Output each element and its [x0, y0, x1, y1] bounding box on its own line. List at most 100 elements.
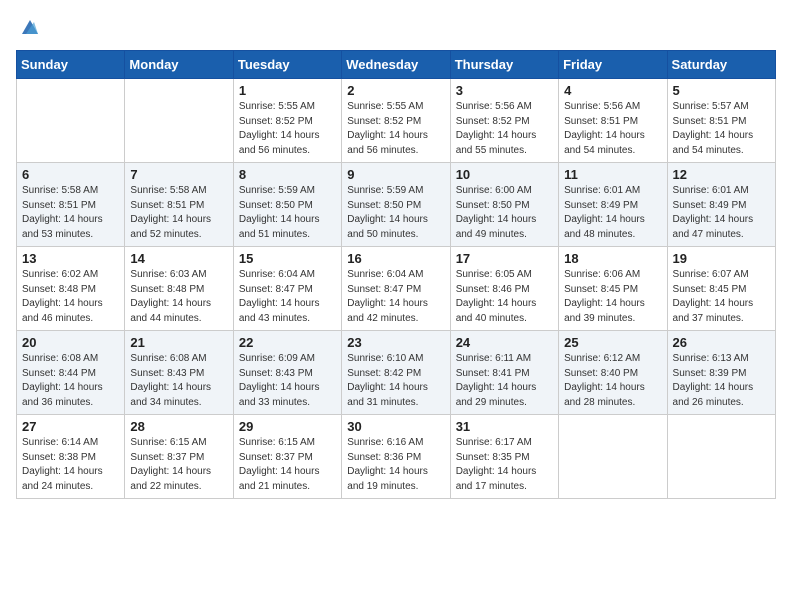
day-info: Sunrise: 6:08 AM Sunset: 8:43 PM Dayligh… — [130, 352, 227, 410]
calendar-cell: 2 Sunrise: 5:55 AM Sunset: 8:52 PM Dayli… — [342, 79, 450, 163]
daylight-text: Daylight: 14 hours and 26 minutes. — [673, 382, 754, 408]
day-number: 31 — [456, 419, 553, 434]
day-info: Sunrise: 6:05 AM Sunset: 8:46 PM Dayligh… — [456, 268, 553, 326]
day-number: 7 — [130, 167, 227, 182]
daylight-text: Daylight: 14 hours and 56 minutes. — [347, 130, 428, 156]
day-info: Sunrise: 5:56 AM Sunset: 8:51 PM Dayligh… — [564, 100, 661, 158]
calendar-cell — [559, 415, 667, 499]
day-number: 10 — [456, 167, 553, 182]
day-number: 13 — [22, 251, 119, 266]
calendar-week-row: 1 Sunrise: 5:55 AM Sunset: 8:52 PM Dayli… — [17, 79, 776, 163]
daylight-text: Daylight: 14 hours and 29 minutes. — [456, 382, 537, 408]
sunset-text: Sunset: 8:49 PM — [673, 200, 747, 211]
day-info: Sunrise: 6:10 AM Sunset: 8:42 PM Dayligh… — [347, 352, 444, 410]
day-number: 22 — [239, 335, 336, 350]
sunrise-text: Sunrise: 6:00 AM — [456, 185, 532, 196]
day-number: 8 — [239, 167, 336, 182]
daylight-text: Daylight: 14 hours and 36 minutes. — [22, 382, 103, 408]
sunset-text: Sunset: 8:45 PM — [673, 284, 747, 295]
day-number: 18 — [564, 251, 661, 266]
day-number: 16 — [347, 251, 444, 266]
day-info: Sunrise: 5:55 AM Sunset: 8:52 PM Dayligh… — [239, 100, 336, 158]
calendar-cell: 19 Sunrise: 6:07 AM Sunset: 8:45 PM Dayl… — [667, 247, 775, 331]
sunrise-text: Sunrise: 6:04 AM — [347, 269, 423, 280]
daylight-text: Daylight: 14 hours and 39 minutes. — [564, 298, 645, 324]
calendar-cell: 12 Sunrise: 6:01 AM Sunset: 8:49 PM Dayl… — [667, 163, 775, 247]
calendar-cell: 4 Sunrise: 5:56 AM Sunset: 8:51 PM Dayli… — [559, 79, 667, 163]
daylight-text: Daylight: 14 hours and 52 minutes. — [130, 214, 211, 240]
calendar-cell: 16 Sunrise: 6:04 AM Sunset: 8:47 PM Dayl… — [342, 247, 450, 331]
sunrise-text: Sunrise: 6:16 AM — [347, 437, 423, 448]
sunset-text: Sunset: 8:50 PM — [347, 200, 421, 211]
sunrise-text: Sunrise: 6:03 AM — [130, 269, 206, 280]
sunset-text: Sunset: 8:36 PM — [347, 452, 421, 463]
daylight-text: Daylight: 14 hours and 31 minutes. — [347, 382, 428, 408]
calendar-cell: 15 Sunrise: 6:04 AM Sunset: 8:47 PM Dayl… — [233, 247, 341, 331]
day-info: Sunrise: 6:17 AM Sunset: 8:35 PM Dayligh… — [456, 436, 553, 494]
sunset-text: Sunset: 8:47 PM — [239, 284, 313, 295]
day-info: Sunrise: 5:57 AM Sunset: 8:51 PM Dayligh… — [673, 100, 770, 158]
calendar-cell: 11 Sunrise: 6:01 AM Sunset: 8:49 PM Dayl… — [559, 163, 667, 247]
sunrise-text: Sunrise: 6:09 AM — [239, 353, 315, 364]
page-header — [16, 16, 776, 38]
day-info: Sunrise: 6:03 AM Sunset: 8:48 PM Dayligh… — [130, 268, 227, 326]
calendar-cell: 31 Sunrise: 6:17 AM Sunset: 8:35 PM Dayl… — [450, 415, 558, 499]
sunrise-text: Sunrise: 5:59 AM — [347, 185, 423, 196]
day-number: 17 — [456, 251, 553, 266]
sunset-text: Sunset: 8:51 PM — [22, 200, 96, 211]
day-number: 14 — [130, 251, 227, 266]
calendar-cell: 28 Sunrise: 6:15 AM Sunset: 8:37 PM Dayl… — [125, 415, 233, 499]
daylight-text: Daylight: 14 hours and 51 minutes. — [239, 214, 320, 240]
day-number: 12 — [673, 167, 770, 182]
day-number: 23 — [347, 335, 444, 350]
calendar-cell: 26 Sunrise: 6:13 AM Sunset: 8:39 PM Dayl… — [667, 331, 775, 415]
sunset-text: Sunset: 8:42 PM — [347, 368, 421, 379]
daylight-text: Daylight: 14 hours and 44 minutes. — [130, 298, 211, 324]
calendar-cell: 7 Sunrise: 5:58 AM Sunset: 8:51 PM Dayli… — [125, 163, 233, 247]
sunset-text: Sunset: 8:52 PM — [347, 116, 421, 127]
day-info: Sunrise: 6:01 AM Sunset: 8:49 PM Dayligh… — [564, 184, 661, 242]
calendar-cell: 21 Sunrise: 6:08 AM Sunset: 8:43 PM Dayl… — [125, 331, 233, 415]
sunset-text: Sunset: 8:52 PM — [456, 116, 530, 127]
calendar-week-row: 13 Sunrise: 6:02 AM Sunset: 8:48 PM Dayl… — [17, 247, 776, 331]
day-info: Sunrise: 6:06 AM Sunset: 8:45 PM Dayligh… — [564, 268, 661, 326]
day-info: Sunrise: 6:07 AM Sunset: 8:45 PM Dayligh… — [673, 268, 770, 326]
sunrise-text: Sunrise: 5:57 AM — [673, 101, 749, 112]
day-info: Sunrise: 6:16 AM Sunset: 8:36 PM Dayligh… — [347, 436, 444, 494]
day-info: Sunrise: 6:11 AM Sunset: 8:41 PM Dayligh… — [456, 352, 553, 410]
day-info: Sunrise: 6:08 AM Sunset: 8:44 PM Dayligh… — [22, 352, 119, 410]
sunrise-text: Sunrise: 5:55 AM — [239, 101, 315, 112]
sunrise-text: Sunrise: 6:10 AM — [347, 353, 423, 364]
daylight-text: Daylight: 14 hours and 17 minutes. — [456, 466, 537, 492]
sunrise-text: Sunrise: 6:14 AM — [22, 437, 98, 448]
sunrise-text: Sunrise: 5:55 AM — [347, 101, 423, 112]
calendar-cell: 8 Sunrise: 5:59 AM Sunset: 8:50 PM Dayli… — [233, 163, 341, 247]
daylight-text: Daylight: 14 hours and 40 minutes. — [456, 298, 537, 324]
sunset-text: Sunset: 8:37 PM — [130, 452, 204, 463]
sunset-text: Sunset: 8:47 PM — [347, 284, 421, 295]
logo-icon — [18, 16, 40, 38]
sunset-text: Sunset: 8:41 PM — [456, 368, 530, 379]
day-number: 1 — [239, 83, 336, 98]
calendar-cell: 10 Sunrise: 6:00 AM Sunset: 8:50 PM Dayl… — [450, 163, 558, 247]
sunset-text: Sunset: 8:46 PM — [456, 284, 530, 295]
sunrise-text: Sunrise: 5:58 AM — [130, 185, 206, 196]
daylight-text: Daylight: 14 hours and 56 minutes. — [239, 130, 320, 156]
day-number: 4 — [564, 83, 661, 98]
day-info: Sunrise: 5:58 AM Sunset: 8:51 PM Dayligh… — [130, 184, 227, 242]
sunset-text: Sunset: 8:39 PM — [673, 368, 747, 379]
sunset-text: Sunset: 8:37 PM — [239, 452, 313, 463]
calendar-cell: 14 Sunrise: 6:03 AM Sunset: 8:48 PM Dayl… — [125, 247, 233, 331]
daylight-text: Daylight: 14 hours and 34 minutes. — [130, 382, 211, 408]
day-number: 15 — [239, 251, 336, 266]
calendar-week-row: 6 Sunrise: 5:58 AM Sunset: 8:51 PM Dayli… — [17, 163, 776, 247]
day-info: Sunrise: 6:15 AM Sunset: 8:37 PM Dayligh… — [130, 436, 227, 494]
calendar-cell: 24 Sunrise: 6:11 AM Sunset: 8:41 PM Dayl… — [450, 331, 558, 415]
sunrise-text: Sunrise: 6:01 AM — [673, 185, 749, 196]
daylight-text: Daylight: 14 hours and 33 minutes. — [239, 382, 320, 408]
calendar-header-row: SundayMondayTuesdayWednesdayThursdayFrid… — [17, 51, 776, 79]
calendar-cell: 3 Sunrise: 5:56 AM Sunset: 8:52 PM Dayli… — [450, 79, 558, 163]
sunrise-text: Sunrise: 6:06 AM — [564, 269, 640, 280]
day-info: Sunrise: 5:55 AM Sunset: 8:52 PM Dayligh… — [347, 100, 444, 158]
day-number: 2 — [347, 83, 444, 98]
